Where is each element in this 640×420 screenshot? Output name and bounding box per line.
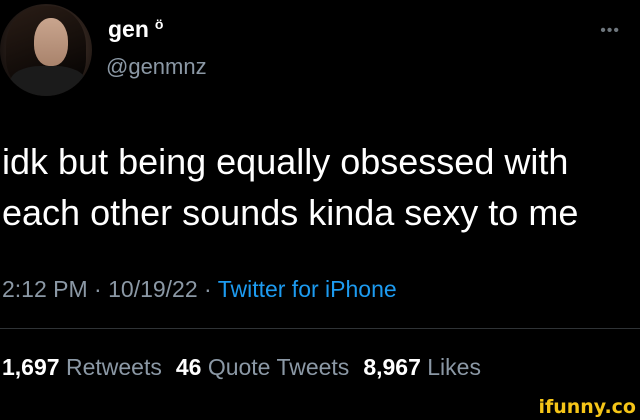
likes-stat[interactable]: 8,967 Likes: [363, 354, 481, 380]
retweets-label: Retweets: [65, 354, 162, 380]
retweets-stat[interactable]: 1,697 Retweets: [2, 354, 162, 380]
retweets-count: 1,697: [2, 354, 60, 380]
quote-tweets-count: 46: [175, 354, 202, 380]
more-options-icon[interactable]: •••: [600, 22, 620, 40]
name-emoji: ö: [154, 16, 164, 32]
tweet-source-link[interactable]: Twitter for iPhone: [218, 276, 397, 302]
divider: [0, 328, 640, 329]
quote-tweets-stat[interactable]: 46 Quote Tweets: [176, 354, 349, 380]
likes-count: 8,967: [363, 354, 421, 380]
author-handle[interactable]: @genmnz: [106, 54, 207, 80]
tweet-text-line-2: each other sounds kinda sexy to me: [2, 192, 579, 233]
likes-label: Likes: [427, 354, 481, 380]
author-avatar[interactable]: [0, 4, 92, 96]
tweet-text: idk but being equally obsessed with each…: [2, 136, 632, 238]
tweet-stats: 1,697 Retweets 46 Quote Tweets 8,967 Likes: [2, 354, 481, 381]
author-name-text: gen: [108, 16, 149, 42]
ifunny-watermark: ifunny.co: [530, 394, 640, 420]
quote-tweets-label: Quote Tweets: [207, 354, 350, 380]
meta-separator: ·: [204, 276, 212, 302]
avatar-shoulder: [10, 66, 86, 96]
avatar-face: [34, 18, 68, 66]
tweet-time[interactable]: 2:12 PM: [2, 276, 88, 302]
meta-separator: ·: [94, 276, 102, 302]
tweet-text-line-1: idk but being equally obsessed with: [2, 141, 569, 182]
tweet-meta: 2:12 PM · 10/19/22 · Twitter for iPhone: [2, 276, 397, 303]
tweet-date[interactable]: 10/19/22: [108, 276, 198, 302]
author-name[interactable]: gen ö: [108, 16, 163, 43]
